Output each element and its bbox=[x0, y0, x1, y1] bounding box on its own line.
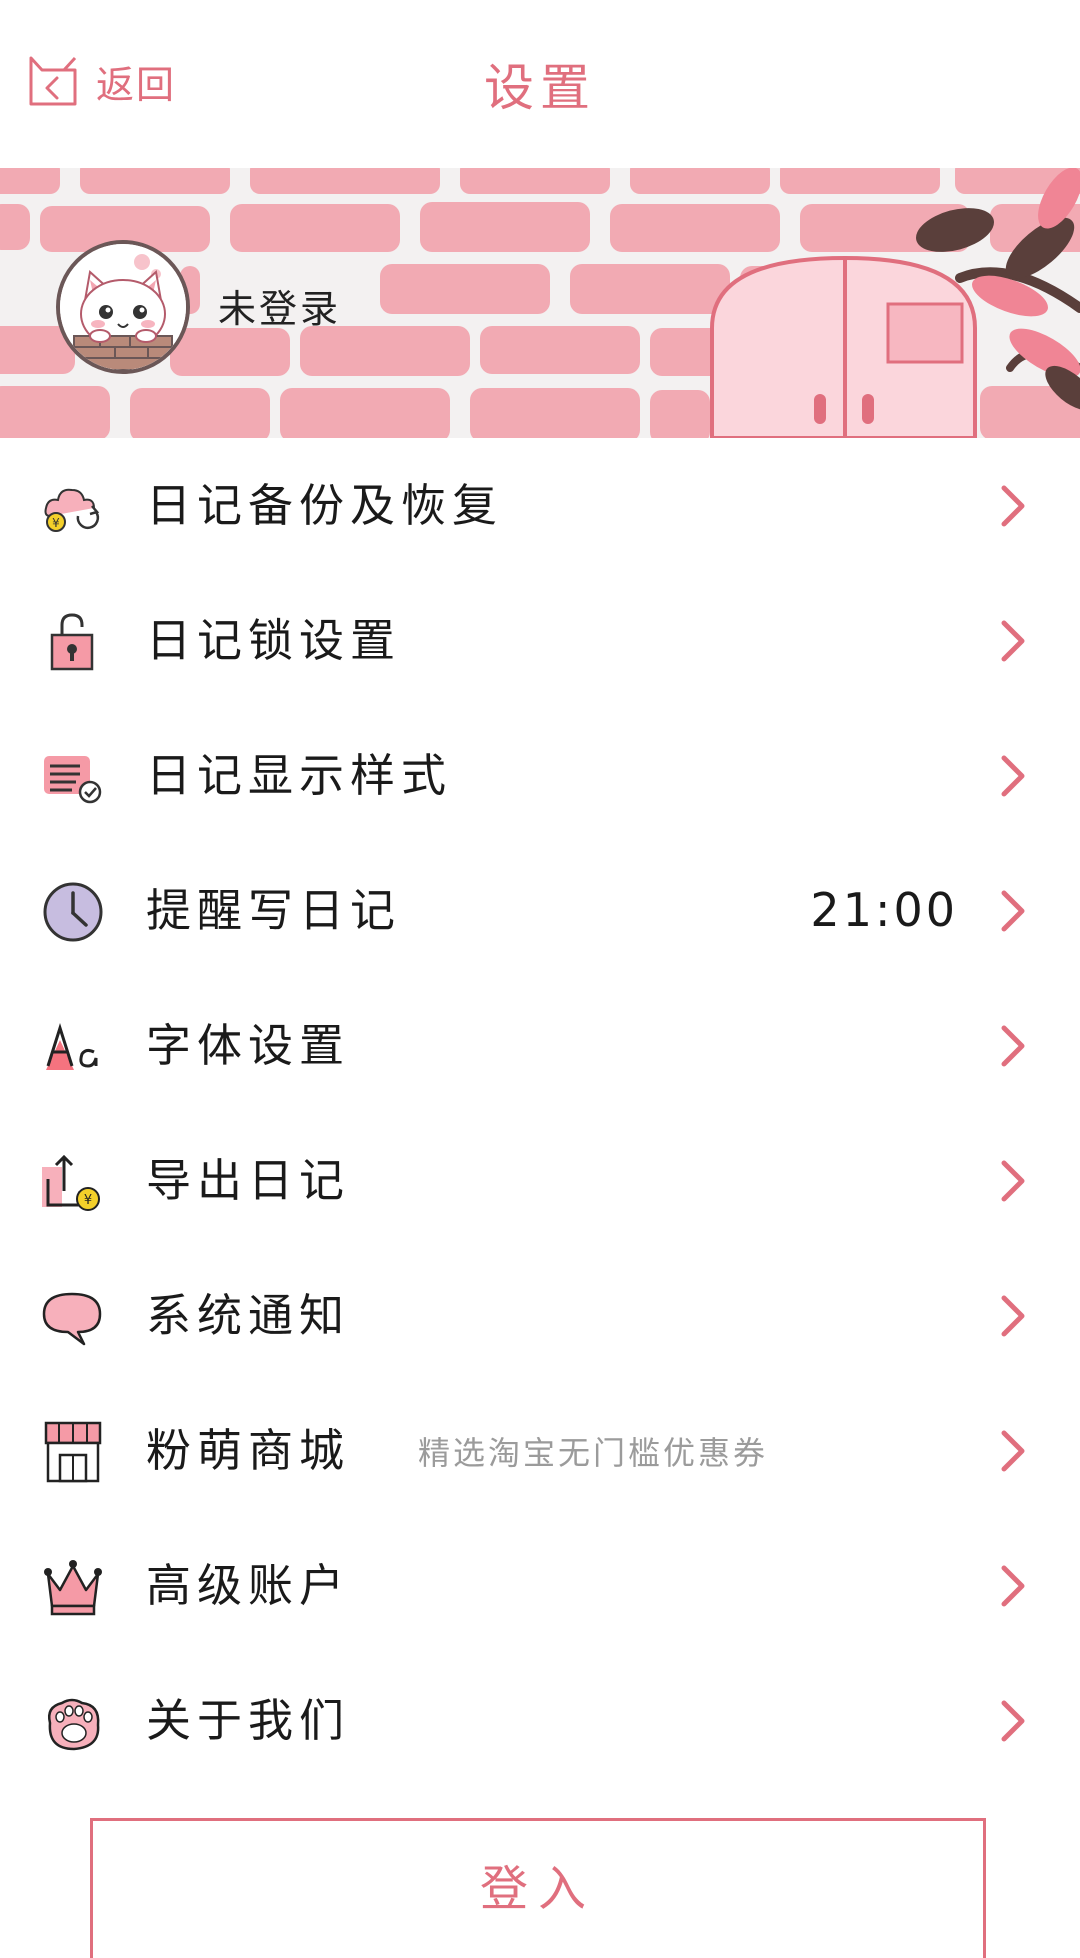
list-check-icon bbox=[42, 746, 104, 808]
menu-item-label: 关于我们 bbox=[146, 1694, 351, 1747]
settings-list: ¥ 日记备份及恢复 日记锁设置 日记显示样式 提醒写日记 21:00 字体设置 … bbox=[0, 438, 1080, 1788]
menu-item-system-notice[interactable]: 系统通知 bbox=[0, 1248, 1080, 1383]
login-status: 未登录 bbox=[218, 287, 342, 331]
crown-icon bbox=[42, 1556, 104, 1618]
reminder-time: 21:00 bbox=[810, 883, 958, 937]
chevron-right-icon bbox=[998, 484, 1028, 528]
menu-item-label: 字体设置 bbox=[146, 1019, 351, 1072]
lock-icon bbox=[42, 611, 104, 673]
chevron-right-icon bbox=[998, 754, 1028, 798]
menu-item-label: 高级账户 bbox=[146, 1559, 351, 1612]
chevron-right-icon bbox=[998, 889, 1028, 933]
chevron-right-icon bbox=[998, 1564, 1028, 1608]
menu-item-label: 日记显示样式 bbox=[146, 749, 453, 802]
menu-item-label: 提醒写日记 bbox=[146, 884, 402, 937]
menu-item-premium[interactable]: 高级账户 bbox=[0, 1518, 1080, 1653]
menu-item-export[interactable]: ¥ 导出日记 bbox=[0, 1113, 1080, 1248]
menu-item-reminder[interactable]: 提醒写日记 21:00 bbox=[0, 843, 1080, 978]
page-title: 设置 bbox=[484, 59, 596, 117]
menu-item-label: 导出日记 bbox=[146, 1154, 351, 1207]
speech-bubble-icon bbox=[42, 1286, 104, 1348]
profile-banner: 未登录 bbox=[0, 168, 1080, 438]
shop-promo-text: 精选淘宝无门槛优惠券 bbox=[418, 1434, 769, 1472]
menu-item-backup-restore[interactable]: ¥ 日记备份及恢复 bbox=[0, 438, 1080, 573]
avatar[interactable] bbox=[56, 240, 190, 374]
login-button-label: 登入 bbox=[479, 1861, 596, 1917]
clock-icon bbox=[42, 881, 104, 943]
font-icon bbox=[42, 1016, 104, 1078]
menu-item-label: 粉萌商城 bbox=[146, 1424, 351, 1477]
chevron-right-icon bbox=[998, 1429, 1028, 1473]
menu-item-label: 系统通知 bbox=[146, 1289, 351, 1342]
shop-icon bbox=[42, 1421, 104, 1483]
cloud-backup-icon: ¥ bbox=[42, 476, 104, 538]
chevron-right-icon bbox=[998, 1699, 1028, 1743]
export-icon: ¥ bbox=[42, 1151, 104, 1213]
menu-item-display-style[interactable]: 日记显示样式 bbox=[0, 708, 1080, 843]
menu-item-label: 日记锁设置 bbox=[146, 614, 402, 667]
chevron-right-icon bbox=[998, 1294, 1028, 1338]
chevron-right-icon bbox=[998, 1159, 1028, 1203]
login-button[interactable]: 登入 bbox=[90, 1818, 986, 1958]
svg-text:¥: ¥ bbox=[52, 516, 60, 530]
menu-item-diary-lock[interactable]: 日记锁设置 bbox=[0, 573, 1080, 708]
chevron-right-icon bbox=[998, 619, 1028, 663]
menu-item-about-us[interactable]: 关于我们 bbox=[0, 1653, 1080, 1788]
chevron-right-icon bbox=[998, 1024, 1028, 1068]
menu-item-label: 日记备份及恢复 bbox=[146, 479, 504, 532]
top-bar: 返回 设置 bbox=[0, 0, 1080, 168]
svg-text:¥: ¥ bbox=[84, 1193, 92, 1208]
menu-item-font-settings[interactable]: 字体设置 bbox=[0, 978, 1080, 1113]
cat-avatar-icon bbox=[60, 244, 186, 370]
menu-item-shop[interactable]: 粉萌商城 精选淘宝无门槛优惠券 bbox=[0, 1383, 1080, 1518]
paw-icon bbox=[42, 1691, 104, 1753]
